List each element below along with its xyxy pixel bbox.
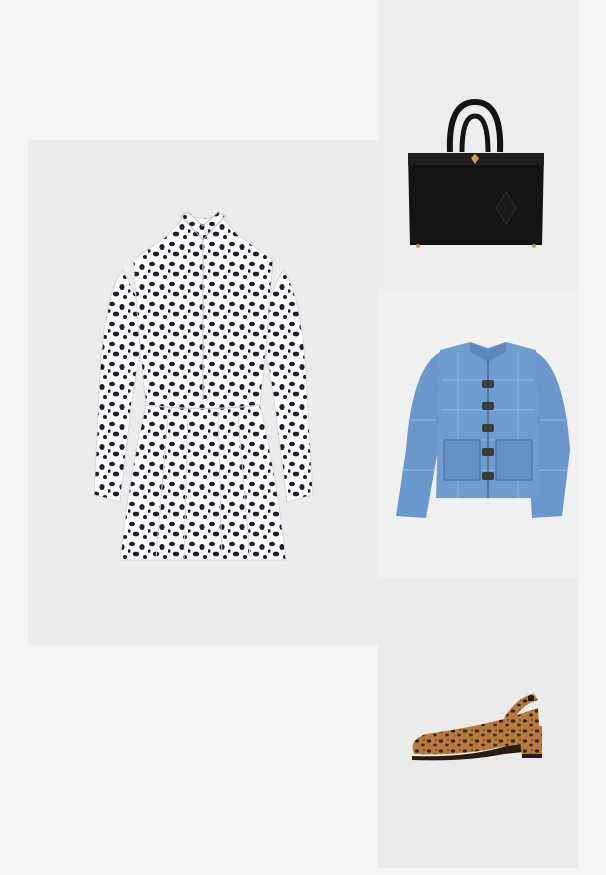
leopard-slingback-pump-icon <box>412 694 542 761</box>
black-leather-tote-bag-icon <box>408 98 544 248</box>
product-tile-jacket[interactable] <box>378 290 578 578</box>
product-tile-dress[interactable] <box>28 140 378 645</box>
product-tile-shoe[interactable] <box>378 578 578 868</box>
quilted-denim-jacket-icon <box>396 342 570 518</box>
product-tile-bag[interactable] <box>378 0 578 290</box>
dalmatian-print-shirt-dress-icon <box>93 211 314 561</box>
